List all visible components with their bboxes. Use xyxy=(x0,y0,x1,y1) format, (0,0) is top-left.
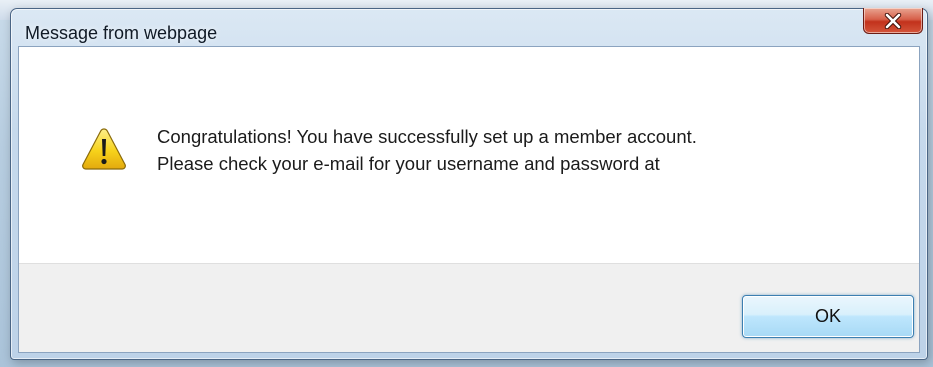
message-text: Congratulations! You have successfully s… xyxy=(157,123,697,177)
warning-icon xyxy=(81,127,127,171)
close-button[interactable] xyxy=(863,8,923,34)
dialog-footer: OK xyxy=(19,263,919,352)
message-line: Congratulations! You have successfully s… xyxy=(157,126,697,147)
message-area: Congratulations! You have successfully s… xyxy=(19,47,919,263)
close-icon xyxy=(884,12,902,29)
dialog-titlebar[interactable]: Message from webpage xyxy=(11,8,927,46)
dialog-body: Congratulations! You have successfully s… xyxy=(18,46,920,353)
message-line: Please check your e-mail for your userna… xyxy=(157,153,660,174)
ok-button[interactable]: OK xyxy=(742,295,914,338)
dialog-title: Message from webpage xyxy=(25,23,218,43)
message-dialog: Message from webpage Congratulations! Yo… xyxy=(10,8,928,360)
